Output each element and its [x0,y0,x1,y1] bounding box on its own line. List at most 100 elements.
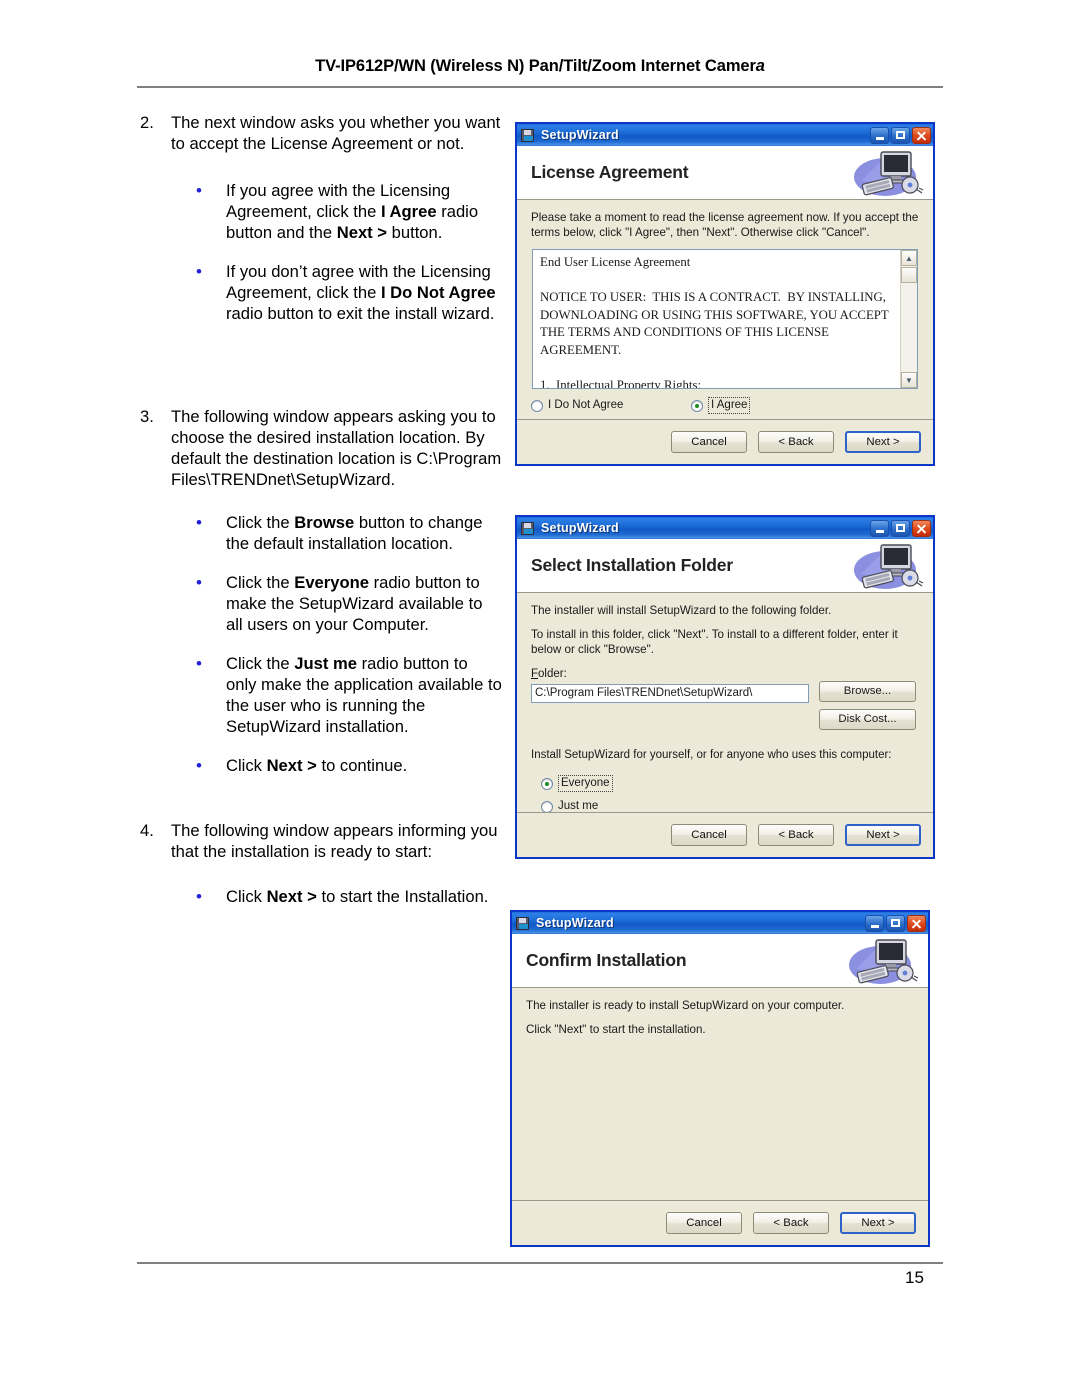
license-footer-divider [517,419,933,420]
maximize-button[interactable] [886,914,905,932]
bullet-dot-icon: • [196,887,202,906]
cancel-button[interactable]: Cancel [671,431,747,453]
list-item-text: Click the Just me radio button to only m… [226,653,502,737]
instructions-column: 2. The next window asks you whether you … [137,112,502,907]
confirm-dialog-title: SetupWizard [536,916,614,930]
license-dialog-title: SetupWizard [541,128,619,142]
minimize-button[interactable] [865,914,884,932]
cancel-button[interactable]: Cancel [671,824,747,846]
back-button[interactable]: < Back [753,1212,829,1234]
list-item-text: If you agree with the Licensing Agreemen… [226,180,502,243]
list-item: • Click Next > to continue. [196,755,502,776]
installer-computer-icon [854,544,924,589]
window-controls[interactable] [870,126,931,144]
back-button[interactable]: < Back [758,824,834,846]
list-item: • Click the Everyone radio button to mak… [196,572,502,635]
setup-wizard-icon [521,521,536,536]
text-mid: to continue. [316,756,408,775]
scroll-up-arrow-icon[interactable]: ▲ [901,250,917,266]
maximize-button[interactable] [891,519,910,537]
list-item-text: Click the Browse button to change the de… [226,512,502,554]
scroll-down-arrow-icon[interactable]: ▼ [901,372,917,388]
step-4-text: The following window appears informing y… [171,821,498,861]
bullet-dot-icon: • [196,756,202,775]
text-pre: Click the [226,513,295,532]
radio-everyone[interactable]: Everyone [541,775,919,792]
license-dialog-body: Please take a moment to read the license… [517,200,933,414]
folder-dialog-titlebar[interactable]: SetupWizard [517,517,933,539]
folder-footer-divider [517,812,933,813]
list-item-text: Click Next > to continue. [226,755,502,776]
next-button[interactable]: Next > [845,824,921,846]
next-button[interactable]: Next > [840,1212,916,1234]
bullet-dot-icon: • [196,262,202,281]
confirm-installation-dialog[interactable]: SetupWizard Confirm Installation The ins… [510,910,930,1247]
installer-computer-icon [849,939,919,984]
license-banner-title: License Agreement [531,162,689,182]
text-bold: Browse [294,513,355,532]
confirm-line-1: The installer is ready to install SetupW… [526,999,845,1012]
license-text-area[interactable]: End User License Agreement NOTICE TO USE… [532,249,918,389]
list-item: • Click the Browse button to change the … [196,512,502,554]
text-bold: Next > [266,756,317,775]
minimize-button[interactable] [870,519,889,537]
confirm-dialog-titlebar[interactable]: SetupWizard [512,912,928,934]
radio-do-not-agree[interactable]: I Do Not Agree [531,397,691,414]
license-dialog-buttons[interactable]: Cancel < Back Next > [671,431,921,453]
radio-everyone-label: Everyone [558,775,613,792]
radio-just-me-circle-icon[interactable] [541,800,553,813]
text-pre: Click [226,756,267,775]
text-post: button. [387,223,443,242]
page-number: 15 [905,1268,924,1287]
confirm-banner-title: Confirm Installation [526,950,687,970]
license-dialog-titlebar[interactable]: SetupWizard [517,124,933,146]
window-controls[interactable] [865,914,926,932]
back-button[interactable]: < Back [758,431,834,453]
text-bold: Just me [294,654,357,673]
folder-line-2: To install in this folder, click "Next".… [531,628,898,656]
text-bold: I Agree [380,202,437,221]
radio-everyone-circle-icon[interactable] [541,777,553,790]
text-mid: to start the Installation. [316,887,489,906]
disk-cost-button[interactable]: Disk Cost... [819,709,916,730]
close-button[interactable] [912,519,931,537]
list-item: • If you agree with the Licensing Agreem… [196,180,502,243]
folder-dialog-buttons[interactable]: Cancel < Back Next > [671,824,921,846]
cancel-button[interactable]: Cancel [666,1212,742,1234]
minimize-button[interactable] [870,126,889,144]
maximize-button[interactable] [891,126,910,144]
confirm-footer-divider [512,1200,928,1201]
folder-dialog-banner: Select Installation Folder [517,539,933,593]
window-controls[interactable] [870,519,931,537]
radio-do-not-agree-circle-icon[interactable] [531,399,543,412]
confirm-dialog-buttons[interactable]: Cancel < Back Next > [666,1212,916,1234]
header-divider [137,86,943,88]
browse-button[interactable]: Browse... [819,681,916,702]
step-4: 4. The following window appears informin… [137,820,502,862]
bullet-dot-icon: • [196,573,202,592]
step-2-number: 2. [140,113,154,132]
radio-agree[interactable]: I Agree [691,397,751,414]
step-3-number: 3. [140,407,154,426]
radio-agree-circle-icon[interactable] [691,399,703,412]
close-button[interactable] [907,914,926,932]
scrollbar-thumb[interactable] [901,267,917,283]
text-pre: Click the [226,573,295,592]
bullet-dot-icon: • [196,654,202,673]
next-button[interactable]: Next > [845,431,921,453]
folder-path-input[interactable]: C:\Program Files\TRENDnet\SetupWizard\ [531,684,809,703]
text-pre: Click [226,887,267,906]
bullet-dot-icon: • [196,181,202,200]
text-bold: Everyone [294,573,369,592]
confirm-line-2: Click "Next" to start the installation. [526,1023,706,1036]
close-button[interactable] [912,126,931,144]
folder-dialog-body: The installer will install SetupWizard t… [517,593,933,814]
step-2-text: The next window asks you whether you wan… [171,113,501,153]
license-agreement-dialog[interactable]: SetupWizard License Agreement Please tak… [515,122,935,466]
license-scrollbar[interactable]: ▲ ▼ [900,250,917,388]
confirm-dialog-banner: Confirm Installation [512,934,928,988]
list-item: • If you don’t agree with the Licensing … [196,261,502,324]
select-installation-folder-dialog[interactable]: SetupWizard Select Installation Folder T… [515,515,935,859]
folder-dialog-title: SetupWizard [541,521,619,535]
page-title: TV-IP612P/WN (Wireless N) Pan/Tilt/Zoom … [137,57,943,76]
